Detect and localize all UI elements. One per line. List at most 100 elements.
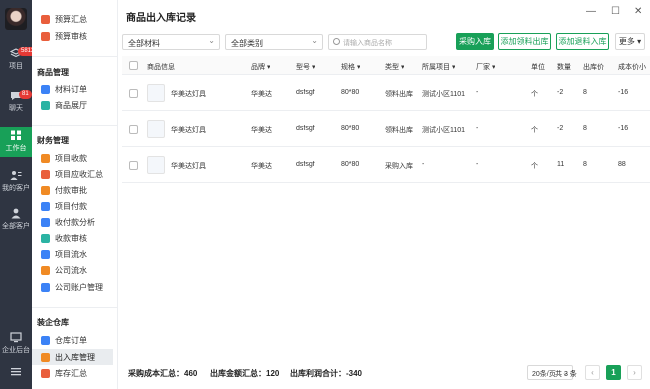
- cell-cost: -16: [618, 125, 629, 132]
- search-icon: [333, 38, 340, 45]
- rail-label-workbench: 工作台: [5, 145, 27, 152]
- row-checkbox[interactable]: [129, 125, 138, 134]
- sidebar-item-budget-summary[interactable]: 预算汇总: [41, 12, 115, 27]
- cell-type: 领料出库: [385, 91, 413, 98]
- cell-qty: -2: [557, 89, 564, 96]
- nav-rail: 项目 5812 聊天 81 工作台 我的客户 全部客户 企业后台: [0, 0, 38, 389]
- cell-type: 领料出库: [385, 127, 413, 134]
- sidebar-item-material-orders[interactable]: 材料订单: [41, 82, 115, 97]
- cell-unit: 个: [531, 127, 538, 134]
- search-placeholder: 请输入商品名称: [343, 40, 392, 47]
- cell-project: 测试小区1101: [422, 127, 466, 134]
- sidebar-divider: [32, 125, 118, 126]
- chat-badge: 81: [19, 90, 32, 99]
- sidebar-item-stock-summary[interactable]: 库存汇总: [41, 366, 87, 381]
- purchase-in-button[interactable]: 采购入库: [456, 33, 494, 50]
- rail-item-workbench[interactable]: 工作台: [0, 127, 32, 157]
- select-all-checkbox[interactable]: [129, 61, 138, 70]
- sidebar-item-label: 预算审核: [55, 32, 87, 41]
- sidebar-item-label: 仓库订单: [55, 336, 87, 345]
- col-vendor[interactable]: 厂家 ▾: [476, 62, 495, 72]
- sidebar-item-label: 付款审批: [55, 186, 87, 195]
- summary-footer: 采购成本汇总：460 出库金额汇总：120 出库利润合计：-340 20条/页 ⌄…: [118, 360, 650, 385]
- cell-project: -: [422, 161, 425, 168]
- table-row[interactable]: 华美达灯具 华美达 dsfsgf 80*80 领料出库 测试小区1101 - 个…: [122, 111, 650, 147]
- title-bar: 商品出入库记录 — ☐ ✕: [118, 0, 650, 30]
- sidebar-item-company-ledger[interactable]: 公司流水: [41, 263, 115, 278]
- stock-io-icon: [41, 352, 50, 362]
- cell-qty: 11: [557, 161, 565, 168]
- col-model[interactable]: 型号 ▾: [296, 62, 315, 72]
- sidebar-item-company-accounts[interactable]: 公司账户管理: [41, 280, 115, 295]
- more-button[interactable]: 更多 ▾: [615, 33, 645, 50]
- sidebar-item-showroom[interactable]: 商品展厅: [41, 98, 115, 113]
- col-type[interactable]: 类型 ▾: [385, 62, 404, 72]
- company-ledger-icon: [41, 266, 50, 275]
- maximize-icon[interactable]: ☐: [611, 6, 620, 17]
- sidebar-item-receivables[interactable]: 项目应收汇总: [41, 167, 115, 182]
- row-checkbox[interactable]: [129, 161, 138, 170]
- table-row[interactable]: 华美达灯具 华美达 dsfsgf 80*80 领料出库 测试小区1101 - 个…: [122, 75, 650, 111]
- sidebar-item-budget-review[interactable]: 预算审核: [41, 29, 115, 44]
- chevron-down-icon: ⌄: [311, 36, 318, 45]
- prev-page-button[interactable]: ‹: [585, 365, 600, 380]
- sidebar-item-label: 出入库管理: [55, 352, 95, 362]
- sidebar: 预算汇总 预算审核 商品管理 材料订单 商品展厅 财务管理 项目收款 项目应收汇…: [32, 0, 118, 389]
- filter-icon: ▾: [310, 64, 316, 71]
- minimize-icon[interactable]: —: [586, 6, 596, 17]
- rail-label-all-customers: 全部客户: [2, 223, 30, 230]
- ledger-icon: [41, 250, 50, 259]
- cell-spec: 80*80: [341, 125, 360, 132]
- rail-item-settings[interactable]: [0, 366, 32, 389]
- add-return-in-button[interactable]: 添加退料入库: [556, 33, 609, 50]
- user-list-icon: [10, 171, 22, 180]
- page-size-value: 20条/页: [532, 371, 556, 378]
- col-qty: 数量: [557, 64, 571, 71]
- category-select[interactable]: 全部类别 ⌄: [225, 34, 323, 50]
- rail-item-chat[interactable]: 聊天 81: [0, 90, 32, 120]
- col-brand[interactable]: 品牌 ▾: [251, 62, 270, 72]
- sidebar-item-project-ledger[interactable]: 项目流水: [41, 247, 115, 262]
- sidebar-item-project-receipts[interactable]: 项目收款: [41, 151, 115, 166]
- product-image-icon: [147, 156, 165, 174]
- cell-vendor: -: [476, 161, 479, 168]
- table-row[interactable]: 华美达灯具 华美达 dsfsgf 80*80 采购入库 - - 个 11 8 8…: [122, 147, 650, 183]
- sidebar-item-receipt-review[interactable]: 收款审核: [41, 231, 115, 246]
- product-image-icon: [147, 120, 165, 138]
- sidebar-item-payment-analysis[interactable]: 收付款分析: [41, 215, 115, 230]
- sidebar-item-label: 材料订单: [55, 85, 87, 94]
- cell-model: dsfsgf: [296, 125, 315, 132]
- sidebar-item-stock-io[interactable]: 出入库管理: [32, 349, 113, 365]
- warehouse-icon: [41, 336, 50, 345]
- cell-model: dsfsgf: [296, 161, 315, 168]
- rail-item-admin[interactable]: 企业后台: [0, 332, 32, 362]
- app-window: 项目 5812 聊天 81 工作台 我的客户 全部客户 企业后台 预算汇总 预算…: [0, 0, 650, 389]
- col-project[interactable]: 所属项目 ▾: [422, 62, 455, 72]
- sidebar-item-label: 公司账户管理: [55, 283, 103, 292]
- filter-icon: ▾: [355, 64, 361, 71]
- page-1-button[interactable]: 1: [606, 365, 621, 380]
- col-spec[interactable]: 规格 ▾: [341, 62, 360, 72]
- col-brand-label: 品牌: [251, 64, 265, 71]
- add-issue-out-button[interactable]: 添加领料出库: [498, 33, 551, 50]
- sidebar-item-label: 项目流水: [55, 250, 87, 259]
- outbound-profit-total: 出库利润合计：-340: [290, 369, 363, 378]
- next-page-button[interactable]: ›: [627, 365, 642, 380]
- col-project-label: 所属项目: [422, 64, 450, 71]
- sidebar-item-project-payments[interactable]: 项目付款: [41, 199, 115, 214]
- user-avatar[interactable]: [5, 8, 27, 30]
- monitor-icon: [10, 332, 22, 343]
- row-checkbox[interactable]: [129, 89, 138, 98]
- sidebar-item-warehouse-orders[interactable]: 仓库订单: [41, 333, 115, 348]
- close-icon[interactable]: ✕: [634, 6, 642, 17]
- sidebar-item-payment-approval[interactable]: 付款审批: [41, 183, 115, 198]
- col-type-label: 类型: [385, 64, 399, 71]
- filter-icon: ▾: [399, 64, 405, 71]
- material-select[interactable]: 全部材料 ⌄: [122, 34, 220, 50]
- rail-item-all-customers[interactable]: 全部客户: [0, 208, 32, 238]
- search-input[interactable]: 请输入商品名称: [328, 34, 427, 50]
- rail-item-my-customers[interactable]: 我的客户: [0, 170, 32, 200]
- rail-item-projects[interactable]: 项目 5812: [0, 47, 38, 78]
- sidebar-item-label: 项目收款: [55, 154, 87, 163]
- outbound-amount-total: 出库金额汇总：120: [210, 369, 280, 378]
